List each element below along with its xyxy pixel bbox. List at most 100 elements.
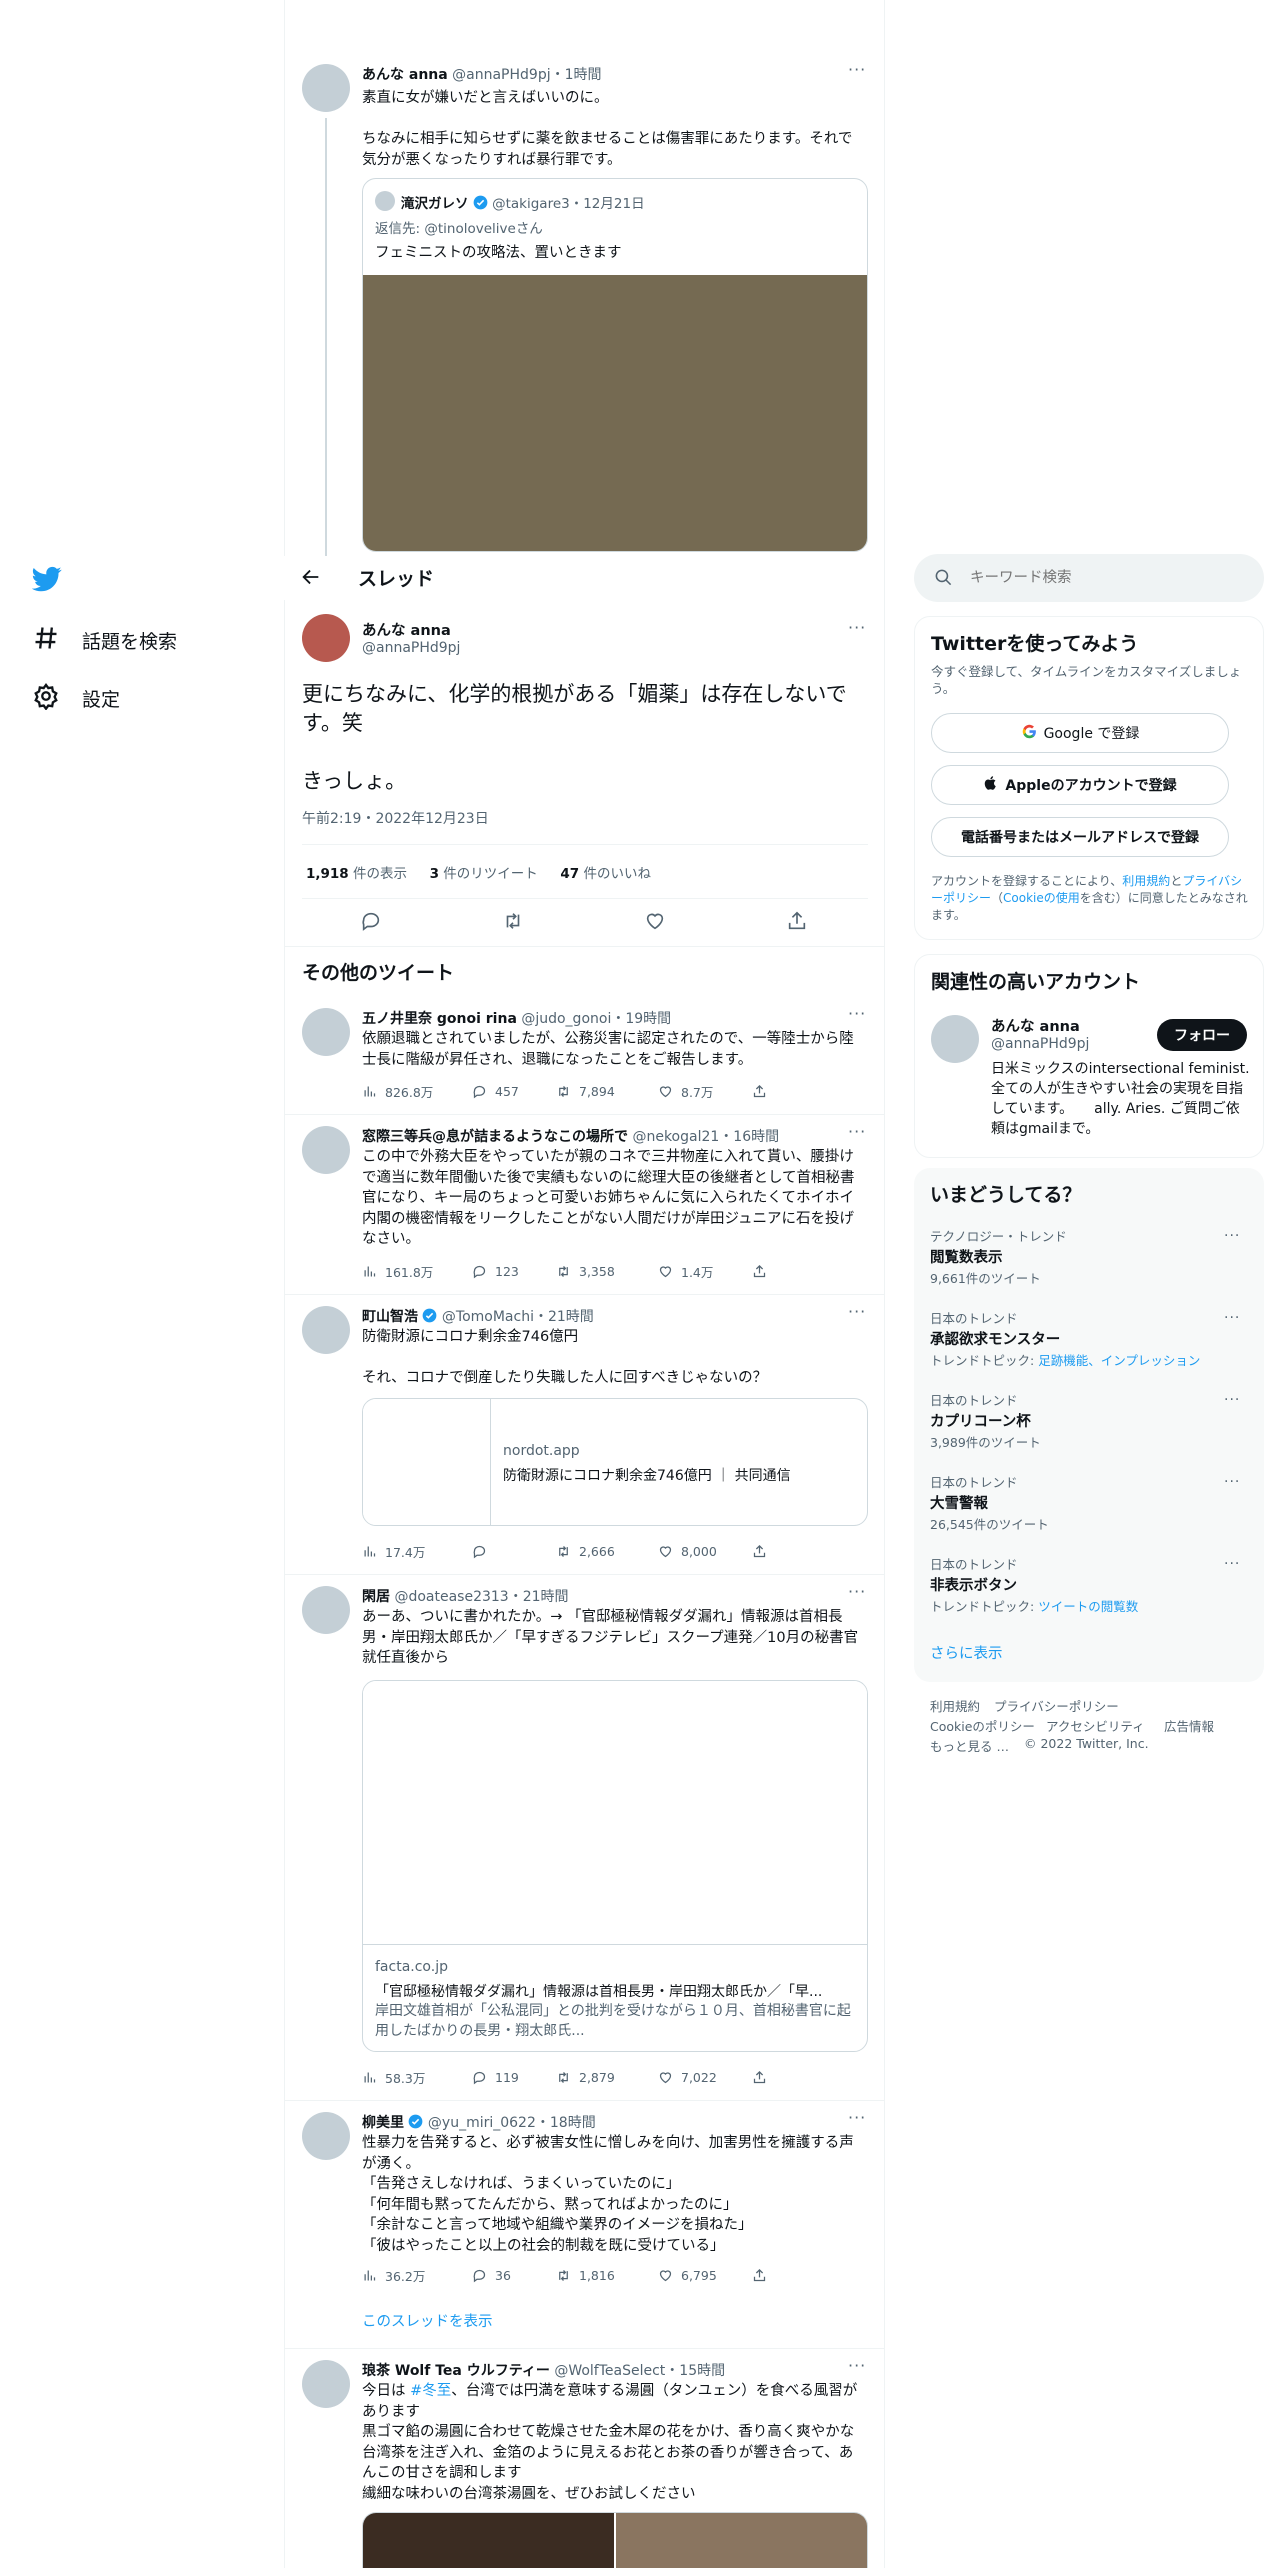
handle[interactable]: @WolfTeaSelect [554, 2363, 665, 2379]
avatar[interactable] [302, 1126, 350, 1174]
nav-explore[interactable]: 話題を検索 [32, 624, 177, 657]
tweet-time[interactable]: 18時間 [550, 2115, 596, 2131]
avatar[interactable] [931, 1015, 979, 1063]
handle[interactable]: @annaPHd9pj [991, 1036, 1089, 1052]
trend-topic-link[interactable]: 足跡機能、インプレッション [1038, 1353, 1200, 1368]
handle[interactable]: @judo_gonoi [521, 1011, 611, 1027]
hashtag-link[interactable]: #冬至 [410, 2383, 451, 2399]
show-more-link[interactable]: さらに表示 [930, 1642, 1003, 1663]
tweet-time[interactable]: 21時間 [548, 1309, 594, 1325]
avatar[interactable] [302, 1586, 350, 1634]
display-name[interactable]: 琅茶 Wolf Tea ウルフティー [362, 2363, 550, 2379]
like-button[interactable]: 8.7万 [658, 1082, 752, 1101]
more-options-icon[interactable]: ··· [1224, 1310, 1240, 1326]
avatar[interactable] [302, 2112, 350, 2160]
retweet-button[interactable]: 7,894 [556, 1084, 658, 1099]
more-options-icon[interactable]: ··· [848, 60, 866, 79]
avatar[interactable] [302, 1306, 350, 1354]
follow-button[interactable]: フォロー [1157, 1019, 1247, 1051]
share-button[interactable] [752, 1084, 767, 1099]
avatar[interactable] [302, 1008, 350, 1056]
google-signup-button[interactable]: Google で登録 [931, 713, 1229, 753]
handle[interactable]: @yu_miri_0622 [428, 2115, 536, 2131]
avatar[interactable] [302, 2360, 350, 2408]
tweet-time[interactable]: 15時間 [679, 2363, 725, 2379]
display-name[interactable]: あんな anna [991, 1015, 1080, 1036]
views-metric[interactable]: 17.4万 [362, 1542, 472, 1561]
footer-link-accessibility[interactable]: アクセシビリティ [1046, 1716, 1145, 1735]
terms-link[interactable]: 利用規約 [1122, 874, 1170, 888]
footer-link-ads[interactable]: 広告情報 [1164, 1716, 1214, 1735]
handle[interactable]: @nekogal21 [632, 1129, 719, 1145]
retweet-icon[interactable] [502, 910, 524, 936]
trend-name[interactable]: カプリコーン杯 [930, 1410, 1031, 1431]
link-card[interactable]: nordot.app 防衛財源にコロナ剰余金746億円 ｜ 共同通信 [362, 1398, 868, 1526]
display-name[interactable]: あんな anna [362, 619, 451, 640]
retweet-button[interactable]: 2,879 [556, 2070, 658, 2085]
link-card[interactable]: facta.co.jp 「官邸極秘情報ダダ漏れ」情報源は首相長男・岸田翔太郎氏か… [362, 1680, 868, 2052]
quote-tweet-card[interactable]: 滝沢ガレソ @takigare3・12月21日 返信先: @tinoloveli… [362, 178, 868, 552]
more-options-icon[interactable]: ··· [1224, 1556, 1240, 1572]
more-options-icon[interactable]: ··· [848, 2356, 866, 2375]
like-icon[interactable] [644, 910, 666, 936]
reply-button[interactable]: 123 [472, 1264, 556, 1279]
likes-count[interactable]: 47 [560, 866, 579, 882]
share-button[interactable] [752, 2070, 767, 2085]
reply-button[interactable]: 457 [472, 1084, 556, 1099]
more-options-icon[interactable]: ··· [848, 1122, 866, 1141]
share-icon[interactable] [786, 910, 808, 936]
more-options-icon[interactable]: ··· [848, 2108, 866, 2127]
more-options-icon[interactable]: ··· [848, 1582, 866, 1601]
tweet-timestamp[interactable]: 午前2:19・2022年12月23日 [302, 808, 489, 828]
more-options-icon[interactable]: ··· [848, 1302, 866, 1321]
quote-media-image[interactable] [363, 275, 867, 551]
more-options-icon[interactable]: ··· [848, 618, 866, 637]
tweet-time[interactable]: 1時間 [565, 67, 602, 83]
footer-link-more[interactable]: もっと見る … [930, 1736, 1009, 1755]
handle[interactable]: @annaPHd9pj [362, 640, 460, 656]
tweet-time[interactable]: 21時間 [523, 1589, 569, 1605]
retweets-count[interactable]: 3 [430, 866, 439, 882]
views-metric[interactable]: 36.2万 [362, 2266, 472, 2285]
share-button[interactable] [752, 1264, 767, 1279]
more-options-icon[interactable]: ··· [1224, 1392, 1240, 1408]
footer-link-privacy[interactable]: プライバシーポリシー [994, 1696, 1119, 1715]
handle[interactable]: @annaPHd9pj [452, 67, 550, 83]
retweet-button[interactable]: 2,666 [556, 1544, 658, 1559]
display-name[interactable]: 町山智浩 [362, 1309, 418, 1325]
more-options-icon[interactable]: ··· [1224, 1228, 1240, 1244]
reply-button[interactable]: 36 [472, 2268, 556, 2283]
share-button[interactable] [752, 1544, 767, 1559]
twitter-logo-icon[interactable] [31, 564, 62, 598]
display-name[interactable]: 閑居 [362, 1589, 390, 1605]
display-name[interactable]: 柳美里 [362, 2115, 404, 2131]
search-input[interactable] [970, 566, 1240, 590]
media-image[interactable] [363, 2513, 614, 2568]
like-button[interactable]: 7,022 [658, 2070, 752, 2085]
display-name[interactable]: 五ノ井里奈 gonoi rina [362, 1011, 517, 1027]
more-options-icon[interactable]: ··· [848, 1004, 866, 1023]
back-arrow-icon[interactable] [300, 566, 322, 592]
avatar[interactable] [302, 64, 350, 112]
search-box[interactable] [914, 554, 1264, 602]
trend-name[interactable]: 大雪警報 [930, 1492, 988, 1513]
footer-link-cookie[interactable]: Cookieのポリシー [930, 1716, 1035, 1735]
tweet-time[interactable]: 16時間 [733, 1129, 779, 1145]
handle[interactable]: @doatease2313 [394, 1589, 508, 1605]
tweet-time[interactable]: 19時間 [625, 1011, 671, 1027]
like-button[interactable]: 8,000 [658, 1544, 752, 1559]
like-button[interactable]: 6,795 [658, 2268, 752, 2283]
cookie-link[interactable]: Cookieの使用 [1003, 891, 1080, 905]
display-name[interactable]: あんな anna [362, 67, 448, 83]
trend-name[interactable]: 非表示ボタン [930, 1574, 1017, 1595]
phone-email-signup-button[interactable]: 電話番号またはメールアドレスで登録 [931, 817, 1229, 857]
footer-link-terms[interactable]: 利用規約 [930, 1696, 980, 1715]
media-image[interactable] [616, 2513, 867, 2568]
share-button[interactable] [752, 2268, 767, 2283]
reply-button[interactable]: 119 [472, 2070, 556, 2085]
handle[interactable]: @TomoMachi [442, 1309, 534, 1325]
avatar[interactable] [302, 614, 350, 662]
reply-button[interactable] [472, 1544, 556, 1559]
like-button[interactable]: 1.4万 [658, 1262, 752, 1281]
views-metric[interactable]: 58.3万 [362, 2068, 472, 2087]
